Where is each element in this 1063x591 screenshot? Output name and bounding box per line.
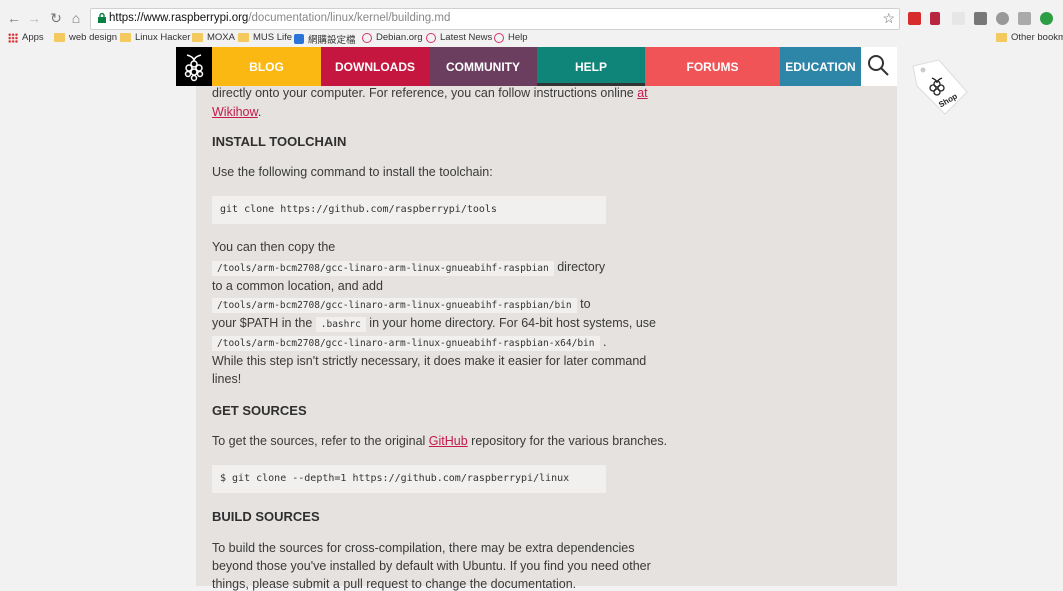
nav-forums[interactable]: FORUMS xyxy=(645,47,780,86)
bookmark-label: Latest News xyxy=(440,32,493,43)
browser-chrome: ← → ↻ ⌂ https://www.raspberrypi.org/docu… xyxy=(0,0,1063,46)
bookmark-mus-life[interactable]: MUS Life xyxy=(238,32,292,43)
wikihow-link-part1[interactable]: at xyxy=(637,86,647,100)
bookmark-other[interactable]: Other bookma xyxy=(996,32,1063,43)
extension-evernote-icon[interactable] xyxy=(930,12,940,25)
url-text: https://www.raspberrypi.org/documentatio… xyxy=(109,12,450,24)
inline-code: /tools/arm-bcm2708/gcc-linaro-arm-linux-… xyxy=(212,261,554,276)
extension-check-icon[interactable] xyxy=(1040,12,1053,25)
folder-icon xyxy=(238,33,249,42)
back-icon[interactable]: ← xyxy=(6,10,22,26)
address-bar[interactable]: https://www.raspberrypi.org/documentatio… xyxy=(90,8,900,30)
bookmarks-bar: Apps web design Linux Hacker MOXA MUS Li… xyxy=(0,31,1063,46)
bookmark-help[interactable]: Help xyxy=(494,32,528,43)
extension-g-icon[interactable] xyxy=(1018,12,1031,25)
bookmark-label: Other bookma xyxy=(1011,32,1063,43)
bookmark-apps[interactable]: Apps xyxy=(8,32,44,43)
intro-text: directly onto your computer. For referen… xyxy=(212,86,638,100)
folder-icon xyxy=(120,33,131,42)
bookmark-label: 網購設定檔 xyxy=(308,35,356,46)
install-text: Use the following command to install the… xyxy=(212,165,493,179)
copy-line1: You can then copy the xyxy=(212,240,336,254)
shop-tag[interactable]: Shop xyxy=(905,52,975,122)
inline-code: .bashrc xyxy=(315,317,366,332)
inline-code: /tools/arm-bcm2708/gcc-linaro-arm-linux-… xyxy=(212,298,577,313)
sources-suffix: repository for the various branches. xyxy=(467,434,668,448)
extension-red-icon[interactable] xyxy=(908,12,921,25)
nav-downloads[interactable]: DOWNLOADS xyxy=(321,47,429,86)
bookmark-label: Apps xyxy=(22,32,44,43)
copy-line4: /tools/arm-bcm2708/gcc-linaro-arm-linux-… xyxy=(212,297,591,313)
bookmark-label: web design xyxy=(69,32,118,43)
sources-text: To get the sources, refer to the origina… xyxy=(212,434,667,448)
nav-education[interactable]: EDUCATION xyxy=(780,47,861,86)
bookmark-label: MUS Life xyxy=(253,32,293,43)
shop-tag-icon xyxy=(912,59,968,115)
sources-code-block: $ git clone --depth=1 https://github.com… xyxy=(212,465,606,493)
inline-code: /tools/arm-bcm2708/gcc-linaro-arm-linux-… xyxy=(212,336,600,351)
bookmark-linux-hacker[interactable]: Linux Hacker xyxy=(120,32,190,43)
copy-line6: /tools/arm-bcm2708/gcc-linaro-arm-linux-… xyxy=(212,335,607,351)
folder-icon xyxy=(996,33,1007,42)
copy-line8: lines! xyxy=(212,372,242,386)
lock-icon xyxy=(98,12,106,23)
sources-heading: GET SOURCES xyxy=(212,403,307,418)
home-icon[interactable]: ⌂ xyxy=(68,10,84,26)
bookmark-shopping[interactable]: 網購設定檔 xyxy=(294,32,356,46)
bookmark-web-design[interactable]: web design xyxy=(54,32,117,43)
copy-text: to xyxy=(580,297,591,311)
bookmark-star-icon[interactable]: ☆ xyxy=(882,10,895,27)
extension-square-icon[interactable] xyxy=(974,12,987,25)
build-line2: beyond those you've installed by default… xyxy=(212,559,651,573)
copy-text: in your home directory. For 64-bit host … xyxy=(369,316,656,330)
bookmark-label: Linux Hacker xyxy=(135,32,191,43)
copy-line7: While this step isn't strictly necessary… xyxy=(212,354,647,368)
copy-line5: your $PATH in the .bashrc in your home d… xyxy=(212,316,656,332)
browser-toolbar: ← → ↻ ⌂ https://www.raspberrypi.org/docu… xyxy=(0,6,1063,32)
intro-line2: Wikihow. xyxy=(212,105,261,119)
forward-icon[interactable]: → xyxy=(26,10,42,26)
extension-grey-icon[interactable] xyxy=(952,12,965,25)
install-code-block: git clone https://github.com/raspberrypi… xyxy=(212,196,606,224)
copy-text: directory xyxy=(557,260,606,274)
debian-icon xyxy=(426,32,436,43)
raspberry-logo-icon[interactable] xyxy=(176,47,212,86)
reload-icon[interactable]: ↻ xyxy=(48,10,64,26)
bookmark-label: Debian.org xyxy=(376,32,423,43)
wikihow-link[interactable]: Wikihow xyxy=(212,105,258,119)
debian-icon xyxy=(362,32,372,43)
url-path: /documentation/linux/kernel/building.md xyxy=(248,12,451,24)
site-nav: BLOG DOWNLOADS COMMUNITY HELP FORUMS EDU… xyxy=(176,47,897,86)
build-heading: BUILD SOURCES xyxy=(212,509,320,524)
copy-text: your $PATH in the xyxy=(212,316,313,330)
bookmark-moxa[interactable]: MOXA xyxy=(192,32,235,43)
intro-suffix: . xyxy=(257,105,262,119)
url-host: https://www.raspberrypi.org xyxy=(109,12,249,24)
nav-community[interactable]: COMMUNITY xyxy=(429,47,537,86)
doc-content: directly onto your computer. For referen… xyxy=(196,86,897,591)
sources-prefix: To get the sources, refer to the origina… xyxy=(212,434,429,448)
build-line1: To build the sources for cross-compilati… xyxy=(212,541,635,555)
github-link[interactable]: GitHub xyxy=(429,434,468,448)
search-icon[interactable] xyxy=(861,47,897,86)
copy-line3: to a common location, and add xyxy=(212,279,383,293)
folder-icon xyxy=(54,33,65,42)
nav-blog[interactable]: BLOG xyxy=(212,47,321,86)
copy-text: . xyxy=(602,335,607,349)
copy-line2: /tools/arm-bcm2708/gcc-linaro-arm-linux-… xyxy=(212,260,606,276)
install-heading: INSTALL TOOLCHAIN xyxy=(212,134,347,149)
blue-app-icon xyxy=(294,34,304,44)
bookmark-label: MOXA xyxy=(207,32,235,43)
apps-grid-icon xyxy=(8,32,18,43)
bookmark-latest-news[interactable]: Latest News xyxy=(426,32,492,43)
nav-help[interactable]: HELP xyxy=(537,47,645,86)
bookmark-label: Help xyxy=(508,32,528,43)
folder-icon xyxy=(192,33,203,42)
extension-cloud-icon[interactable] xyxy=(996,12,1009,25)
bookmark-debian[interactable]: Debian.org xyxy=(362,32,422,43)
debian-icon xyxy=(494,32,504,43)
build-line3: things, please submit a pull request to … xyxy=(212,577,577,591)
intro-line1: directly onto your computer. For referen… xyxy=(212,86,648,100)
